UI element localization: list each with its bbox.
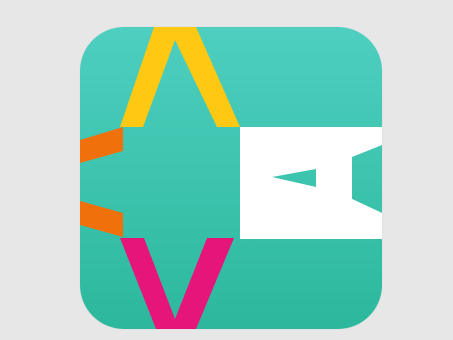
screen [0, 0, 453, 340]
app-icon[interactable] [80, 27, 382, 329]
star-a-logo-icon [80, 27, 382, 329]
